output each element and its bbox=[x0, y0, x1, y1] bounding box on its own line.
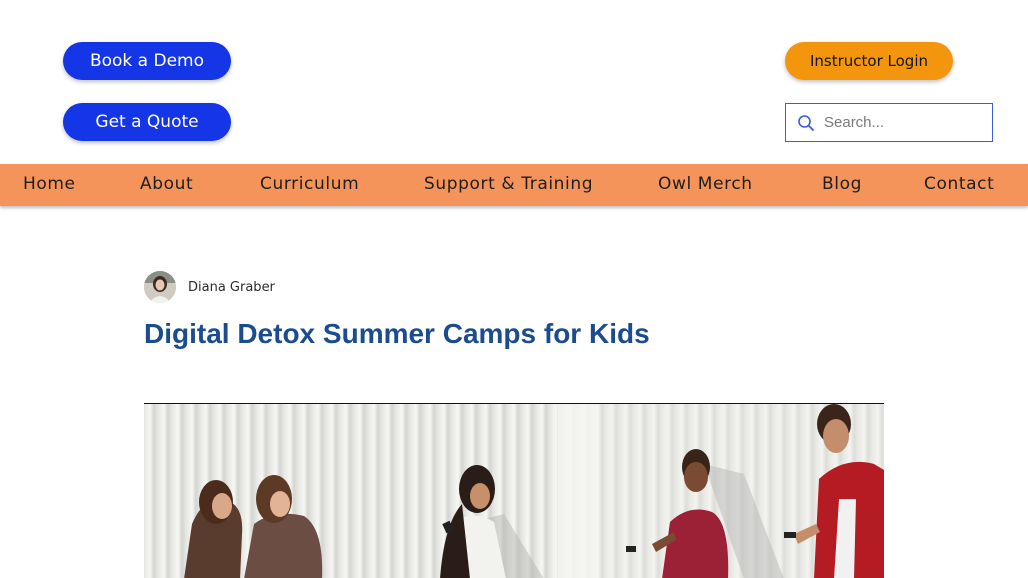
main-nav: Home About Curriculum Support & Training… bbox=[0, 164, 1028, 206]
search-box[interactable] bbox=[785, 103, 993, 142]
author-name[interactable]: Diana Graber bbox=[188, 280, 275, 295]
search-input[interactable] bbox=[824, 114, 974, 131]
instructor-login-button[interactable]: Instructor Login bbox=[785, 42, 953, 80]
nav-item-about[interactable]: About bbox=[140, 164, 193, 206]
page: Book a Demo Get a Quote Instructor Login… bbox=[0, 0, 1028, 578]
book-demo-label: Book a Demo bbox=[89, 51, 205, 71]
post-title: Digital Detox Summer Camps for Kids bbox=[144, 318, 650, 349]
nav-item-blog[interactable]: Blog bbox=[822, 164, 862, 206]
get-quote-button[interactable]: Get a Quote bbox=[63, 103, 231, 141]
nav-item-support-training[interactable]: Support & Training bbox=[424, 164, 593, 206]
nav-item-owl-merch[interactable]: Owl Merch bbox=[658, 164, 753, 206]
author-avatar[interactable] bbox=[144, 271, 176, 303]
post-hero-image bbox=[144, 403, 884, 578]
book-demo-button[interactable]: Book a Demo bbox=[63, 42, 231, 80]
nav-item-home[interactable]: Home bbox=[23, 164, 76, 206]
search-icon[interactable] bbox=[796, 113, 816, 133]
post-author: Diana Graber bbox=[144, 271, 275, 303]
nav-item-contact[interactable]: Contact bbox=[924, 164, 994, 206]
nav-item-curriculum[interactable]: Curriculum bbox=[260, 164, 359, 206]
get-quote-label: Get a Quote bbox=[95, 112, 199, 132]
instructor-login-label: Instructor Login bbox=[809, 52, 928, 70]
